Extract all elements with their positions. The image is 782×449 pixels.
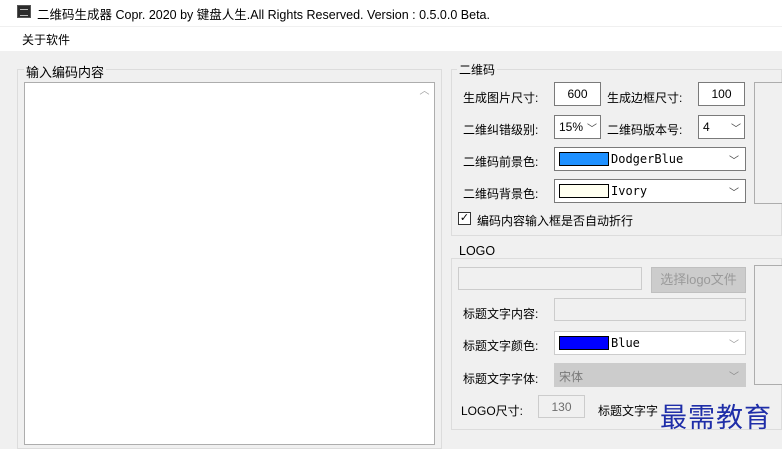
image-size-label: 生成图片尺寸:	[463, 91, 539, 105]
logo-size-label: LOGO尺寸:	[461, 404, 524, 418]
auto-wrap-checkbox[interactable]: ✓	[458, 212, 471, 225]
app-icon	[17, 5, 31, 18]
chevron-down-icon: ﹀	[729, 340, 739, 351]
border-size-label: 生成边框尺寸:	[607, 91, 683, 105]
version-label: 二维码版本号:	[607, 123, 683, 137]
version-value: 4	[703, 120, 710, 134]
choose-logo-button[interactable]: 选择logo文件	[651, 267, 746, 293]
foreground-color-name: DodgerBlue	[611, 152, 684, 166]
background-color-label: 二维码背景色:	[463, 187, 539, 201]
version-select[interactable]: 4 ﹀	[698, 115, 745, 139]
ecc-level-select[interactable]: 15% ﹀	[554, 115, 601, 139]
watermark-text: 最需教育	[660, 403, 772, 434]
qrcode-group-label: 二维码	[457, 61, 498, 78]
title-font-value: 宋体	[559, 370, 584, 384]
title-color-label: 标题文字颜色:	[463, 339, 539, 353]
chevron-down-icon: ﹀	[729, 372, 739, 383]
logo-path-input[interactable]	[458, 267, 642, 290]
menu-bar	[0, 27, 782, 51]
logo-size-input[interactable]: 130	[538, 395, 585, 418]
chevron-down-icon: ﹀	[587, 124, 597, 135]
logo-preview	[754, 265, 782, 385]
title-color-swatch	[559, 336, 609, 350]
title-size-label: 标题文字字	[598, 404, 659, 418]
ecc-level-label: 二维纠错级别:	[463, 123, 539, 137]
input-group-label: 输入编码内容	[24, 62, 107, 81]
textarea-scrollbar[interactable]	[415, 83, 434, 444]
title-color-select[interactable]: Blue ﹀	[554, 331, 746, 355]
image-size-input[interactable]: 600	[554, 82, 601, 106]
title-color-name: Blue	[611, 336, 640, 350]
foreground-color-select[interactable]: DodgerBlue ﹀	[554, 147, 746, 171]
title-text-input[interactable]	[554, 298, 746, 321]
background-color-select[interactable]: Ivory ﹀	[554, 179, 746, 203]
scroll-up-arrow-icon[interactable]: ︿	[415, 84, 434, 100]
chevron-down-icon: ﹀	[729, 188, 739, 199]
content-textarea[interactable]	[24, 82, 435, 445]
qrcode-preview	[754, 82, 782, 204]
foreground-color-label: 二维码前景色:	[463, 155, 539, 169]
ecc-level-value: 15%	[559, 120, 584, 134]
foreground-color-swatch	[559, 152, 609, 166]
chevron-down-icon: ﹀	[729, 156, 739, 167]
background-color-name: Ivory	[611, 184, 648, 198]
background-color-swatch	[559, 184, 609, 198]
auto-wrap-label: 编码内容输入框是否自动折行	[477, 214, 634, 228]
chevron-down-icon: ﹀	[731, 124, 741, 135]
title-text-label: 标题文字内容:	[463, 307, 539, 321]
logo-group-label: LOGO	[457, 244, 498, 258]
border-size-input[interactable]: 100	[698, 82, 745, 106]
menu-item-about[interactable]: 关于软件	[22, 31, 70, 48]
title-font-label: 标题文字字体:	[463, 372, 539, 386]
title-font-select[interactable]: 宋体 ﹀	[554, 363, 746, 387]
window-title: 二维码生成器 Copr. 2020 by 键盘人生.All Rights Res…	[37, 8, 490, 22]
